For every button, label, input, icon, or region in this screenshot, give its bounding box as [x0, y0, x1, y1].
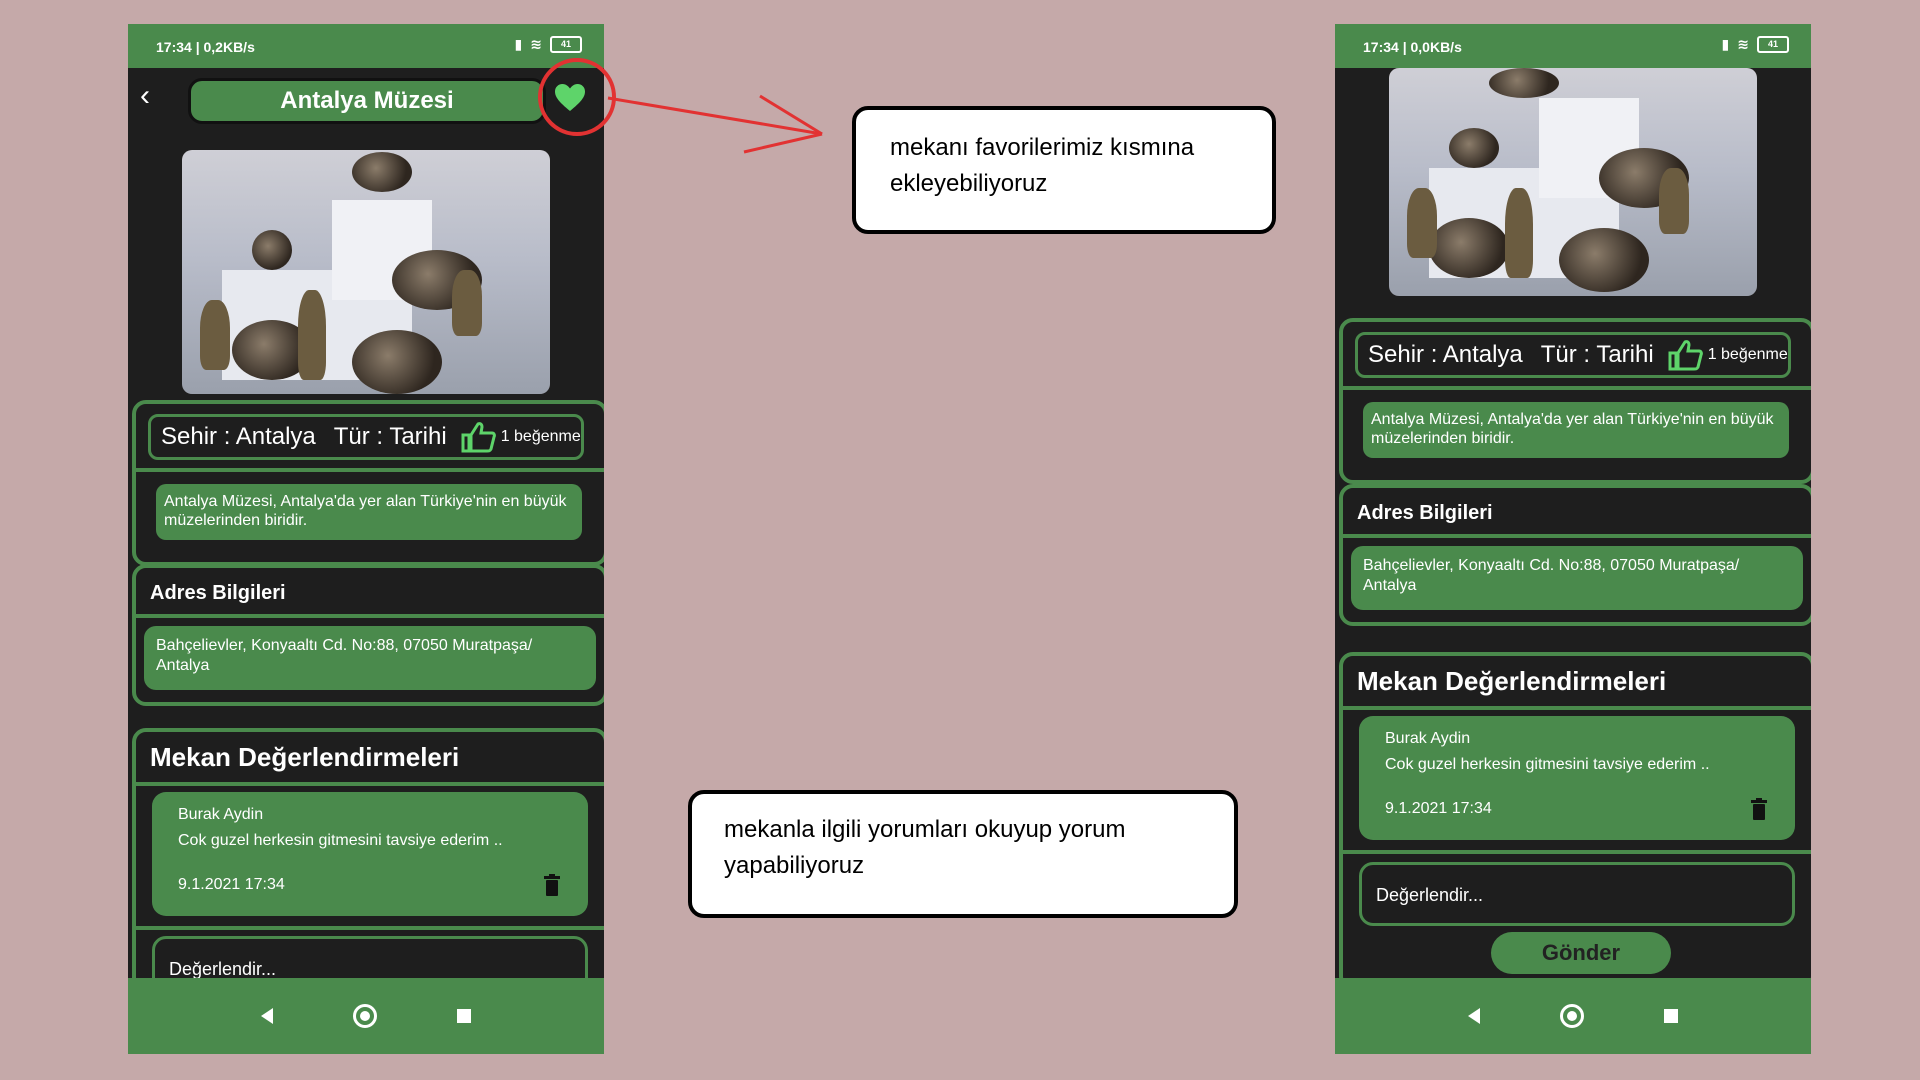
- address-text: Bahçelievler, Konyaaltı Cd. No:88, 07050…: [144, 626, 596, 690]
- trash-icon[interactable]: [1751, 798, 1767, 820]
- city-type-row: Sehir : Antalya Tür : Tarihi 1 beğenme: [1355, 332, 1791, 378]
- nav-recent-icon[interactable]: [457, 1009, 471, 1023]
- trash-icon[interactable]: [544, 874, 560, 896]
- review-date: 9.1.2021 17:34: [178, 876, 285, 893]
- review-author: Burak Aydin: [1385, 730, 1471, 747]
- type-label: Tür : Tarihi: [333, 423, 447, 450]
- review-text: Cok guzel herkesin gitmesini tavsiye ede…: [178, 832, 503, 849]
- status-bar: 17:34 | 0,2KB/s ▮ ≋ 41: [128, 24, 604, 68]
- comments-note-text: mekanla ilgili yorumları okuyup yorum ya…: [724, 816, 1126, 879]
- favorites-note-text: mekanı favorilerimiz kısmına ekleyebiliy…: [890, 134, 1195, 197]
- address-title: Adres Bilgileri: [150, 582, 286, 604]
- status-icons: ▮ ≋ 41: [1722, 36, 1789, 53]
- city-label: Sehir : Antalya: [1368, 341, 1523, 368]
- place-detail: Sehir : Antalya Tür : Tarihi 1 beğenme A…: [1335, 68, 1811, 978]
- city-type-row: Sehir : Antalya Tür : Tarihi 1 beğenme: [148, 414, 584, 460]
- info-card: Sehir : Antalya Tür : Tarihi 1 beğenme A…: [132, 400, 604, 566]
- rate-input[interactable]: Değerlendir...: [152, 936, 588, 978]
- reviews-title: Mekan Değerlendirmeleri: [1357, 666, 1667, 696]
- title-bar: ‹ Antalya Müzesi: [128, 68, 604, 130]
- city-label: Sehir : Antalya: [161, 423, 316, 450]
- status-icons: ▮ ≋ 41: [515, 36, 582, 53]
- description: Antalya Müzesi, Antalya'da yer alan Türk…: [156, 484, 582, 540]
- type-label: Tür : Tarihi: [1540, 341, 1654, 368]
- place-photo: [1389, 68, 1757, 296]
- likes-count: 1 beğenme: [1707, 346, 1788, 363]
- review-date: 9.1.2021 17:34: [1385, 800, 1492, 817]
- favorites-note: mekanı favorilerimiz kısmına ekleyebiliy…: [852, 106, 1276, 234]
- reviews-section: Mekan Değerlendirmeleri Burak Aydin Cok …: [132, 728, 604, 978]
- phone-screen-right: 17:34 | 0,0KB/s ▮ ≋ 41 Sehir : Antalya T…: [1335, 24, 1811, 1054]
- thumbs-up-icon[interactable]: [1668, 339, 1704, 371]
- system-nav-bar: [1335, 978, 1811, 1054]
- nav-back-icon[interactable]: [1468, 1008, 1480, 1024]
- reviews-title: Mekan Değerlendirmeleri: [150, 742, 460, 772]
- address-text: Bahçelievler, Konyaaltı Cd. No:88, 07050…: [1351, 546, 1803, 610]
- wifi-icon: ≋: [530, 36, 542, 52]
- description: Antalya Müzesi, Antalya'da yer alan Türk…: [1363, 402, 1789, 458]
- back-chevron-icon[interactable]: ‹: [140, 81, 168, 111]
- system-nav-bar: [128, 978, 604, 1054]
- likes-count: 1 beğenme: [500, 428, 581, 445]
- status-time: 17:34 | 0,0KB/s: [1363, 39, 1462, 55]
- nav-home-icon[interactable]: [353, 1004, 377, 1028]
- place-detail: ‹ Antalya Müzesi Sehir : Antalya Tür: T…: [128, 68, 604, 978]
- address-section: Adres Bilgileri Bahçelievler, Konyaaltı …: [132, 564, 604, 706]
- comments-note: mekanla ilgili yorumları okuyup yorum ya…: [688, 790, 1238, 918]
- reviews-section: Mekan Değerlendirmeleri Burak Aydin Cok …: [1339, 652, 1811, 978]
- nav-home-icon[interactable]: [1560, 1004, 1584, 1028]
- nav-recent-icon[interactable]: [1664, 1009, 1678, 1023]
- review-author: Burak Aydin: [178, 806, 264, 823]
- thumbs-up-icon[interactable]: [461, 421, 497, 453]
- place-photo: [182, 150, 550, 394]
- review-text: Cok guzel herkesin gitmesini tavsiye ede…: [1385, 756, 1710, 773]
- info-card: Sehir : Antalya Tür : Tarihi 1 beğenme A…: [1339, 318, 1811, 484]
- battery-icon: 41: [1757, 36, 1789, 53]
- review-card: Burak Aydin Cok guzel herkesin gitmesini…: [152, 792, 588, 916]
- callout-arrow: [607, 94, 823, 154]
- page-title: Antalya Müzesi: [188, 78, 546, 124]
- signal-icon: ▮: [1721, 36, 1730, 52]
- rate-input[interactable]: Değerlendir...: [1359, 862, 1795, 926]
- address-section: Adres Bilgileri Bahçelievler, Konyaaltı …: [1339, 484, 1811, 626]
- phone-screen-left: 17:34 | 0,2KB/s ▮ ≋ 41 ‹ Antalya Müzesi: [128, 24, 604, 1054]
- nav-back-icon[interactable]: [261, 1008, 273, 1024]
- status-time: 17:34 | 0,2KB/s: [156, 39, 255, 55]
- battery-icon: 41: [550, 36, 582, 53]
- address-title: Adres Bilgileri: [1357, 502, 1493, 524]
- send-button[interactable]: Gönder: [1491, 932, 1671, 974]
- signal-icon: ▮: [514, 36, 523, 52]
- review-card: Burak Aydin Cok guzel herkesin gitmesini…: [1359, 716, 1795, 840]
- status-bar: 17:34 | 0,0KB/s ▮ ≋ 41: [1335, 24, 1811, 68]
- wifi-icon: ≋: [1737, 36, 1749, 52]
